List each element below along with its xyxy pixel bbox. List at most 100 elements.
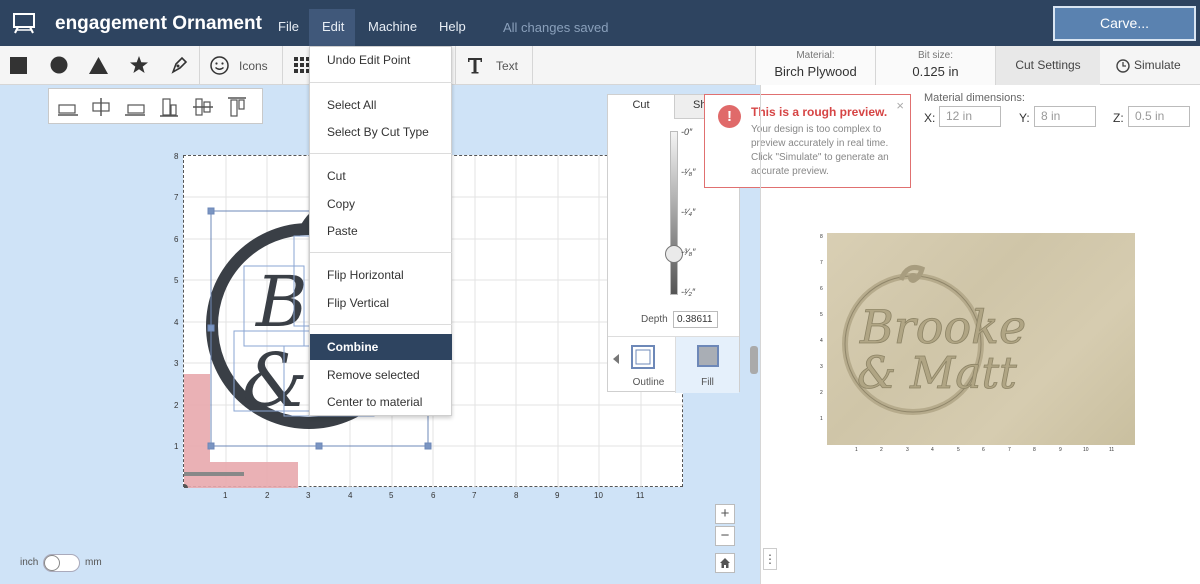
depth-tick: -¹⁄₈″ <box>681 167 696 177</box>
ruler-label: 2 <box>820 390 823 396</box>
ruler-label: 6 <box>431 491 436 500</box>
dim-y-input[interactable]: 8 in <box>1034 106 1096 127</box>
more-options-button[interactable]: ⋮ <box>763 548 777 570</box>
material-selector[interactable]: Material: Birch Plywood <box>755 46 875 85</box>
carve-button[interactable]: Carve... <box>1053 6 1196 41</box>
depth-slider-track[interactable] <box>670 131 678 295</box>
menu-item-combine[interactable]: Combine <box>310 334 452 360</box>
dim-z-input[interactable]: 0.5 in <box>1128 106 1190 127</box>
ruler-label: 8 <box>514 491 519 500</box>
menu-item-flip-vertical[interactable]: Flip Vertical <box>310 290 452 316</box>
apps-grid-icon[interactable] <box>294 57 310 73</box>
menu-help[interactable]: Help <box>439 19 466 34</box>
ruler-label: 8 <box>820 234 823 240</box>
smiley-icon[interactable] <box>210 56 229 75</box>
menu-divider <box>310 82 452 83</box>
menu-item-copy[interactable]: Copy <box>310 191 452 217</box>
preview-text-line2: & Matt <box>857 348 1017 399</box>
ruler-label: 4 <box>348 491 353 500</box>
triangle-shape-icon[interactable] <box>89 57 108 74</box>
easel-app-icon[interactable] <box>12 12 36 34</box>
depth-tick: -³⁄₈″ <box>681 247 696 257</box>
align-toolbar <box>48 88 263 124</box>
caret-left-icon[interactable] <box>613 354 619 364</box>
cut-settings-button[interactable]: Cut Settings <box>995 46 1100 85</box>
menu-item-center-to-material[interactable]: Center to material <box>310 389 452 415</box>
menu-item-undo[interactable]: Undo Edit Point <box>310 47 452 73</box>
close-icon[interactable]: × <box>896 98 904 113</box>
save-status: All changes saved <box>503 20 609 35</box>
cut-mode-row: Outline Fill <box>608 336 739 393</box>
menu-edit[interactable]: Edit <box>322 19 344 34</box>
menu-item-select-by-cut-type[interactable]: Select By Cut Type <box>310 119 452 145</box>
ruler-label: 7 <box>174 193 179 202</box>
zoom-in-button[interactable]: + <box>715 504 735 524</box>
preview-text-line1: Brooke <box>859 300 1026 354</box>
align-middle-icon[interactable] <box>191 96 215 118</box>
zoom-out-button[interactable]: − <box>715 526 735 546</box>
menu-item-cut[interactable]: Cut <box>310 163 452 189</box>
align-left-icon[interactable] <box>157 96 181 118</box>
pane-divider <box>760 85 761 584</box>
ruler-label: 3 <box>306 491 311 500</box>
text-tool-icon[interactable] <box>467 57 483 74</box>
ruler-label: 9 <box>555 491 560 500</box>
star-shape-icon[interactable] <box>130 56 148 74</box>
ruler-label: 4 <box>174 318 179 327</box>
menu-item-paste[interactable]: Paste <box>310 218 452 244</box>
menu-file[interactable]: File <box>278 19 299 34</box>
ruler-label: 4 <box>931 447 934 453</box>
shape-toolbar: Icons Text Material: Birch Plywood Bit s… <box>0 46 1200 85</box>
icons-label[interactable]: Icons <box>239 59 268 73</box>
material-label: Material: <box>796 50 835 61</box>
ruler-label: 5 <box>174 276 179 285</box>
rough-preview-warning: ! This is a rough preview. Your design i… <box>704 94 911 188</box>
ruler-label: 2 <box>265 491 270 500</box>
tab-cut[interactable]: Cut <box>608 95 674 119</box>
menu-machine[interactable]: Machine <box>368 19 417 34</box>
text-tool-label[interactable]: Text <box>496 59 518 73</box>
toolbar-divider <box>199 46 200 85</box>
unit-toggle[interactable] <box>43 554 80 572</box>
simulate-button[interactable]: Simulate <box>1101 46 1200 85</box>
ornament-preview: Brooke & Matt <box>842 264 1027 415</box>
square-shape-icon[interactable] <box>10 57 27 74</box>
ruler-label: 5 <box>389 491 394 500</box>
toolbar-divider <box>455 46 456 85</box>
align-top-icon[interactable] <box>225 96 249 118</box>
pane-resize-handle[interactable] <box>750 346 758 374</box>
menu-item-select-all[interactable]: Select All <box>310 92 452 118</box>
home-button[interactable] <box>715 553 735 573</box>
ruler-label: 6 <box>174 235 179 244</box>
depth-input[interactable]: 0.38611 <box>673 311 718 328</box>
ruler-label: 1 <box>223 491 228 500</box>
toggle-knob <box>44 555 60 571</box>
circle-shape-icon[interactable] <box>50 56 68 74</box>
ruler-label: 9 <box>1059 447 1062 453</box>
bit-size-selector[interactable]: Bit size: 0.125 in <box>875 46 995 85</box>
menu-item-remove-selected[interactable]: Remove selected <box>310 362 452 388</box>
fill-mode-button[interactable]: Fill <box>675 337 739 393</box>
menu-divider <box>310 252 452 253</box>
project-title[interactable]: engagement Ornament <box>55 13 262 35</box>
ruler-label: 5 <box>820 312 823 318</box>
align-center-horizontal-icon[interactable] <box>89 96 113 118</box>
edit-menu-dropdown: Undo Edit Point Select All Select By Cut… <box>309 46 452 416</box>
ruler-label: 1 <box>855 447 858 453</box>
wood-preview: Brooke & Matt <box>827 233 1135 445</box>
menu-item-flip-horizontal[interactable]: Flip Horizontal <box>310 262 452 288</box>
outline-mode-button[interactable]: Outline <box>622 337 675 393</box>
ruler-label: 8 <box>174 152 179 161</box>
ruler-label: 10 <box>594 491 603 500</box>
pen-tool-icon[interactable] <box>170 56 188 74</box>
align-bottom-right-icon[interactable] <box>123 96 147 118</box>
align-bottom-left-icon[interactable] <box>56 96 80 118</box>
menu-divider <box>310 324 452 325</box>
warning-title: This is a rough preview. <box>751 105 888 119</box>
ruler-label: 3 <box>174 359 179 368</box>
warning-body: Your design is too complex to preview ac… <box>751 124 889 177</box>
bit-size-value: 0.125 in <box>912 64 959 79</box>
dim-x-input[interactable]: 12 in <box>939 106 1001 127</box>
ruler-label: 10 <box>1083 447 1089 453</box>
ruler-label: 2 <box>174 401 179 410</box>
